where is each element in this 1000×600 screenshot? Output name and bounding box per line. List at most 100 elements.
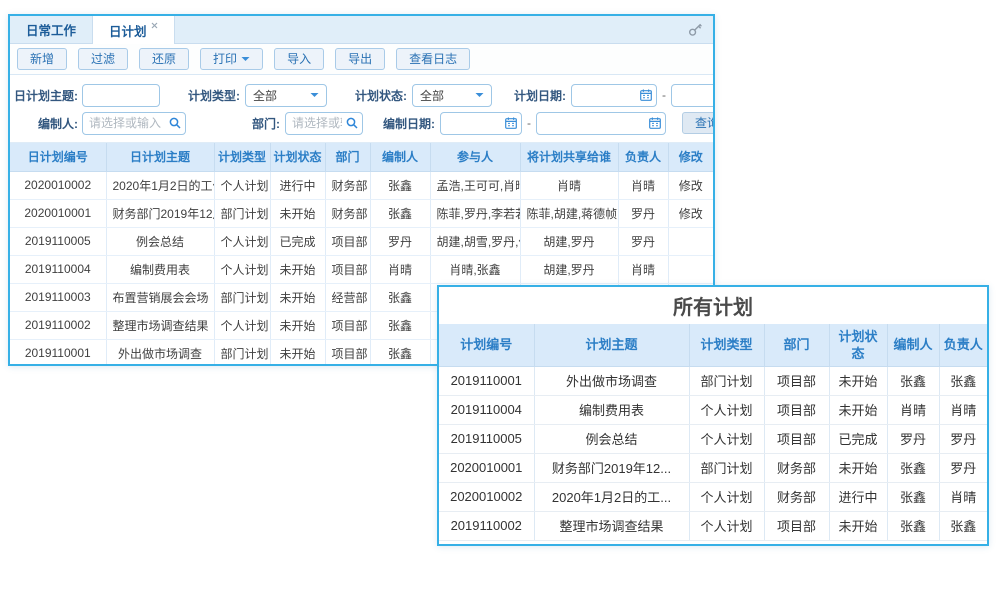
cell-subject: 2020年1月2日的工...	[534, 482, 689, 511]
table-row[interactable]: 2020010001 财务部门2019年12月的... 部门计划 未开始 财务部…	[10, 199, 713, 227]
cell-plan-id-link[interactable]: 2019110001	[10, 339, 106, 366]
cell-creator: 张鑫	[370, 339, 430, 366]
cell-owner-link[interactable]: 肖晴	[618, 255, 668, 283]
table-row[interactable]: 2020010002 2020年1月2日的工... 个人计划 财务部 进行中 张…	[439, 482, 987, 511]
add-button[interactable]: 新增	[17, 48, 67, 70]
search-icon[interactable]	[169, 117, 181, 129]
table-row[interactable]: 2019110005 例会总结 个人计划 已完成 项目部 罗丹 胡建,胡雪,罗丹…	[10, 227, 713, 255]
tab-daily-work[interactable]: 日常工作	[10, 16, 92, 43]
cell-status: 进行中	[270, 171, 325, 199]
search-icon[interactable]	[346, 117, 358, 129]
cell-subject-link[interactable]: 外出做市场调查	[106, 339, 214, 366]
cell-dept: 项目部	[325, 339, 370, 366]
cell-modify-link[interactable]	[668, 227, 713, 255]
cell-dept: 项目部	[764, 511, 829, 540]
cell-dept: 项目部	[764, 366, 829, 395]
cell-subject-link[interactable]: 例会总结	[106, 227, 214, 255]
cell-subject-link[interactable]: 编制费用表	[106, 255, 214, 283]
close-tab-icon[interactable]	[151, 22, 158, 29]
cell-participants: 孟浩,王可可,肖晴,张鑫	[430, 171, 520, 199]
view-log-button[interactable]: 查看日志	[396, 48, 470, 70]
cell-creator: 罗丹	[887, 424, 939, 453]
cell-plan-id-link[interactable]: 2019110004	[10, 255, 106, 283]
cell-subject-link[interactable]: 整理市场调查结果	[106, 311, 214, 339]
cell-status: 未开始	[829, 511, 887, 540]
import-button[interactable]: 导入	[274, 48, 324, 70]
calendar-icon[interactable]	[649, 117, 661, 129]
dept-label: 部门:	[230, 115, 280, 132]
calendar-icon[interactable]	[505, 117, 517, 129]
restore-button[interactable]: 还原	[139, 48, 189, 70]
cell-type: 个人计划	[689, 482, 764, 511]
col-modify: 修改	[668, 143, 713, 171]
cell-participants: 胡建,胡雪,罗丹,任晓...	[430, 227, 520, 255]
col-owner: 负责人	[939, 324, 987, 366]
cell-plan-id-link[interactable]: 2020010002	[10, 171, 106, 199]
query-button[interactable]: 查询	[682, 112, 713, 134]
tab-label: 日计划	[109, 21, 147, 40]
cell-owner: 罗丹	[939, 424, 987, 453]
col-dept: 部门	[764, 324, 829, 366]
cell-owner-link[interactable]: 肖晴	[618, 171, 668, 199]
table-row[interactable]: 2019110004 编制费用表 个人计划 未开始 项目部 肖晴 肖晴,张鑫 胡…	[10, 255, 713, 283]
cell-dept: 财务部	[325, 199, 370, 227]
cell-status: 未开始	[270, 255, 325, 283]
cell-modify-link[interactable]: 修改	[668, 171, 713, 199]
cell-owner: 罗丹	[939, 453, 987, 482]
cell-modify-link[interactable]: 修改	[668, 199, 713, 227]
cell-creator: 张鑫	[370, 283, 430, 311]
cell-plan-id-link[interactable]: 2020010001	[10, 199, 106, 227]
cell-subject-link[interactable]: 布置营销展会会场	[106, 283, 214, 311]
tab-label: 日常工作	[26, 20, 76, 39]
date-separator: -	[522, 116, 536, 130]
col-plan-id: 计划编号	[439, 324, 534, 366]
cell-creator: 张鑫	[370, 311, 430, 339]
table-row[interactable]: 2020010002 2020年1月2日的工作日... 个人计划 进行中 财务部…	[10, 171, 713, 199]
key-icon[interactable]	[688, 22, 703, 37]
table-row[interactable]: 2020010001 财务部门2019年12... 部门计划 财务部 未开始 张…	[439, 453, 987, 482]
cell-subject-link[interactable]: 2020年1月2日的工作日...	[106, 171, 214, 199]
filter-button[interactable]: 过滤	[78, 48, 128, 70]
cell-plan-id-link[interactable]: 2019110005	[10, 227, 106, 255]
cell-status: 已完成	[829, 424, 887, 453]
cell-owner-link[interactable]: 罗丹	[618, 227, 668, 255]
cell-subject-link[interactable]: 财务部门2019年12月的...	[106, 199, 214, 227]
cell-status: 已完成	[270, 227, 325, 255]
cell-plan-id-link[interactable]: 2019110002	[10, 311, 106, 339]
cell-type: 个人计划	[214, 171, 270, 199]
calendar-icon[interactable]	[640, 89, 652, 101]
tab-daily-plan[interactable]: 日计划	[92, 16, 175, 44]
cell-type: 部门计划	[689, 366, 764, 395]
cell-modify-link[interactable]	[668, 255, 713, 283]
cell-owner-link[interactable]: 罗丹	[618, 199, 668, 227]
filter-panel: 日计划主题: 计划类型: 全部 计划状态: 全部 计划日期:	[10, 75, 713, 143]
cell-plan-id: 2019110001	[439, 366, 534, 395]
col-status: 计划状态	[270, 143, 325, 171]
cell-type: 个人计划	[214, 311, 270, 339]
cell-owner: 肖晴	[939, 395, 987, 424]
table-row[interactable]: 2019110002 整理市场调查结果 个人计划 项目部 未开始 张鑫 张鑫	[439, 511, 987, 540]
table-row[interactable]: 2019110005 例会总结 个人计划 项目部 已完成 罗丹 罗丹	[439, 424, 987, 453]
cell-type: 个人计划	[214, 255, 270, 283]
print-button[interactable]: 打印	[200, 48, 263, 70]
cell-dept: 项目部	[325, 227, 370, 255]
cell-creator: 张鑫	[887, 366, 939, 395]
subject-input[interactable]	[82, 84, 160, 107]
table-row[interactable]: 2019110004 编制费用表 个人计划 项目部 未开始 肖晴 肖晴	[439, 395, 987, 424]
caret-down-icon	[310, 92, 319, 98]
export-button[interactable]: 导出	[335, 48, 385, 70]
table-row[interactable]: 2019110001 外出做市场调查 部门计划 项目部 未开始 张鑫 张鑫	[439, 366, 987, 395]
cell-dept: 财务部	[764, 482, 829, 511]
create-date-to-input[interactable]	[536, 112, 666, 135]
cell-type: 个人计划	[689, 395, 764, 424]
cell-status: 进行中	[829, 482, 887, 511]
cell-subject: 外出做市场调查	[534, 366, 689, 395]
cell-creator: 罗丹	[370, 227, 430, 255]
cell-creator: 肖晴	[887, 395, 939, 424]
cell-creator: 张鑫	[887, 453, 939, 482]
cell-creator: 张鑫	[887, 511, 939, 540]
plan-date-to-input[interactable]	[671, 84, 713, 107]
type-select[interactable]: 全部	[245, 84, 327, 107]
cell-plan-id-link[interactable]: 2019110003	[10, 283, 106, 311]
status-select[interactable]: 全部	[412, 84, 492, 107]
